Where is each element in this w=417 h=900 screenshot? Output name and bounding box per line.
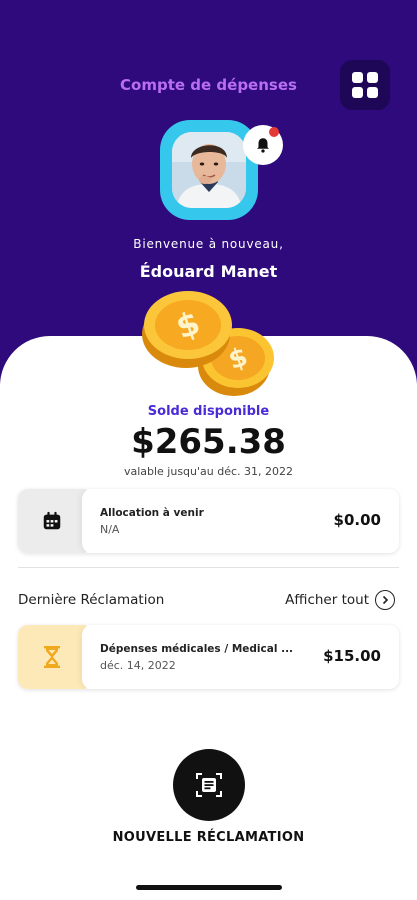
notifications-button[interactable] [243, 125, 283, 165]
calendar-icon [43, 511, 61, 530]
latest-claim-card[interactable]: Dépenses médicales / Medical ... déc. 14… [18, 625, 399, 689]
allocation-title: Allocation à venir [100, 507, 204, 519]
chevron-right-circle-icon [375, 590, 395, 610]
home-indicator[interactable] [136, 885, 282, 890]
latest-claim-heading: Dernière Réclamation [18, 592, 165, 608]
welcome-text: Bienvenue à nouveau, [133, 237, 284, 251]
claim-icon-tile [18, 625, 86, 689]
user-first-name: Édouard [139, 262, 215, 281]
claim-details: Dépenses médicales / Medical ... déc. 14… [82, 625, 399, 689]
allocation-amount: $0.00 [333, 511, 381, 529]
bell-icon [257, 138, 269, 153]
allocation-subtitle: N/A [100, 523, 120, 536]
user-last-name: Manet [220, 262, 278, 281]
claim-amount: $15.00 [323, 647, 381, 665]
see-all-link[interactable]: Afficher tout [285, 590, 395, 610]
claim-title: Dépenses médicales / Medical ... [100, 643, 294, 655]
avatar [172, 132, 246, 208]
avatar-frame[interactable] [160, 120, 258, 220]
allocation-details: Allocation à venir N/A $0.00 [82, 489, 399, 553]
balance-label: Solde disponible [147, 404, 270, 419]
new-claim-button[interactable] [173, 749, 245, 821]
new-claim-label: NOUVELLE RÉCLAMATION [112, 830, 305, 845]
receipt-scan-icon [196, 773, 222, 797]
balance-validity: valable jusqu'au déc. 31, 2022 [123, 465, 294, 478]
allocation-icon-tile [18, 489, 86, 553]
balance-amount: $265.38 [131, 422, 286, 462]
allocation-card[interactable]: Allocation à venir N/A $0.00 [18, 489, 399, 553]
section-divider [18, 567, 399, 568]
claim-date: déc. 14, 2022 [100, 659, 176, 672]
see-all-label: Afficher tout [285, 592, 369, 608]
user-name: Édouard Manet [0, 262, 417, 281]
notification-badge [269, 127, 279, 137]
menu-button[interactable] [340, 60, 390, 110]
hourglass-icon [44, 646, 60, 668]
coins-illustration: $ $ [142, 291, 274, 396]
grid-icon [352, 72, 378, 98]
